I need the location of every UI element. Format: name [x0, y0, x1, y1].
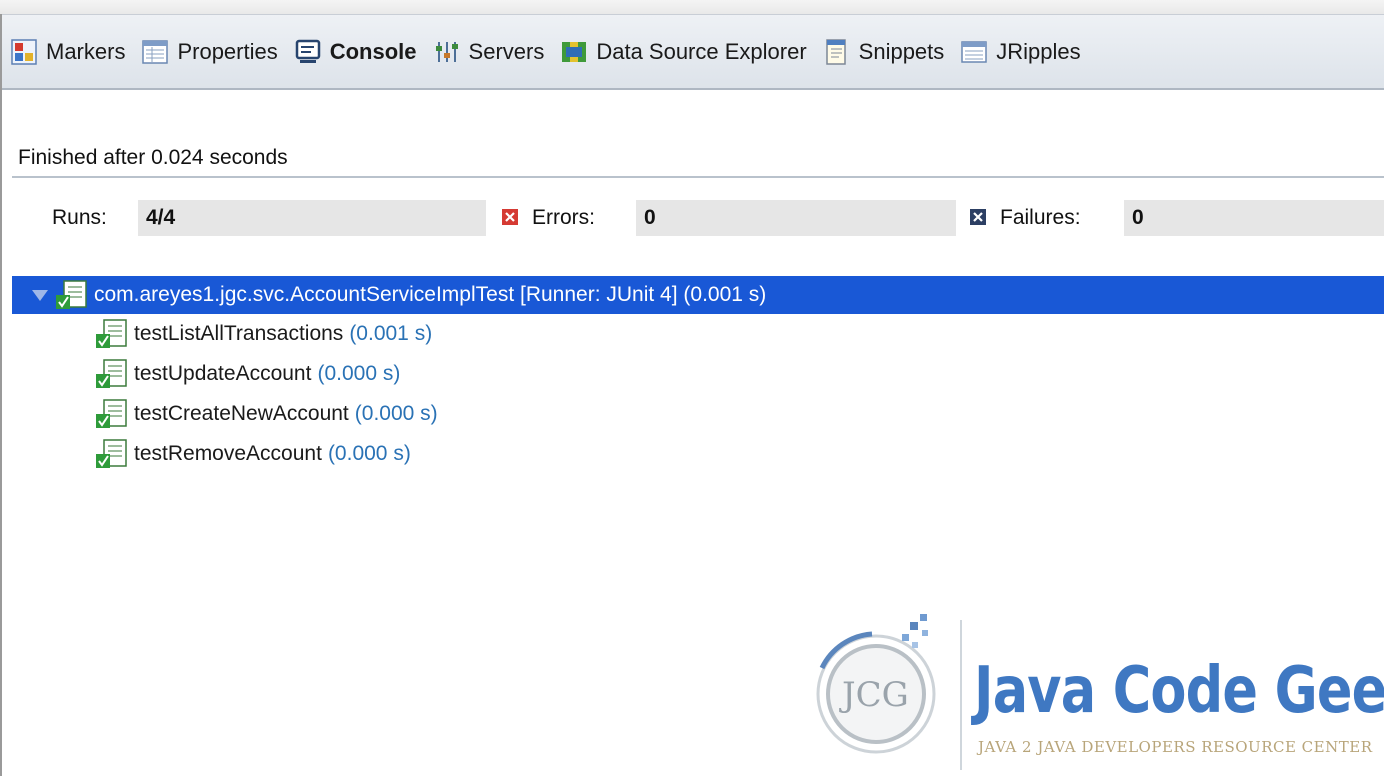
tab-console[interactable]: Console	[286, 15, 425, 88]
failures-label: Failures:	[1000, 206, 1081, 229]
test-method-time: (0.001 s)	[349, 322, 433, 345]
test-suite-passed-icon	[56, 280, 87, 309]
tab-snippets[interactable]: Snippets	[815, 15, 953, 88]
tab-label: Servers	[468, 38, 545, 64]
errors-label: Errors:	[532, 206, 595, 229]
test-method-name: testCreateNewAccount	[134, 402, 349, 425]
test-method-name: testListAllTransactions	[134, 322, 344, 345]
tab-properties[interactable]: Properties	[133, 15, 285, 88]
jcg-logo-icon: JCG	[816, 614, 936, 754]
test-passed-icon	[96, 359, 127, 388]
tree-row-test-method[interactable]: testUpdateAccount (0.000 s)	[12, 354, 1384, 394]
run-status: Finished after 0.024 seconds	[18, 146, 288, 169]
test-method-time: (0.000 s)	[327, 442, 411, 465]
test-method-time: (0.000 s)	[354, 402, 438, 425]
window-top-strip	[0, 0, 1384, 14]
test-passed-icon	[96, 319, 127, 348]
counter-row: Runs: 4/4 Errors: 0 Failures: 0	[0, 200, 1384, 236]
tab-label: JRipples	[996, 38, 1081, 64]
tab-label: Console	[329, 38, 417, 64]
tab-label: Data Source Explorer	[596, 38, 807, 64]
runs-value: 4/4	[138, 200, 486, 236]
tab-label: Properties	[177, 38, 278, 64]
watermark-brand: Java Code Geeks	[974, 654, 1384, 728]
tab-servers[interactable]: Servers	[425, 15, 553, 88]
expand-triangle-icon[interactable]	[32, 289, 48, 301]
runs-label: Runs:	[52, 206, 107, 229]
java-code-geeks-watermark: JCG Java Code Geeks JAVA 2 JAVA DEVELOPE…	[802, 608, 1384, 776]
test-passed-icon	[96, 399, 127, 428]
tree-row-test-class[interactable]: com.areyes1.jgc.svc.AccountServiceImplTe…	[12, 276, 1384, 314]
test-method-name: testRemoveAccount	[134, 442, 322, 465]
tree-row-test-method[interactable]: testCreateNewAccount (0.000 s)	[12, 394, 1384, 434]
servers-icon	[435, 41, 458, 62]
test-method-name: testUpdateAccount	[134, 362, 312, 385]
tab-data-source-explorer[interactable]: Data Source Explorer	[552, 15, 814, 88]
properties-icon	[142, 39, 169, 64]
tab-label: Markers	[46, 38, 126, 64]
tab-jripples[interactable]: JRipples	[952, 15, 1088, 88]
status-separator	[12, 176, 1384, 178]
test-method-time: (0.000 s)	[317, 362, 401, 385]
data-source-explorer-icon	[562, 41, 587, 62]
failures-value: 0	[1124, 200, 1384, 236]
test-passed-icon	[96, 439, 127, 468]
tab-label: Snippets	[858, 38, 945, 64]
tree-row-test-method[interactable]: testListAllTransactions (0.001 s)	[12, 314, 1384, 354]
test-tree: com.areyes1.jgc.svc.AccountServiceImplTe…	[12, 276, 1384, 474]
error-icon	[502, 209, 518, 225]
tab-markers[interactable]: Markers	[2, 15, 133, 88]
view-tab-bar: Markers Properties Console Servers Data …	[2, 14, 1384, 90]
test-class-label: com.areyes1.jgc.svc.AccountServiceImplTe…	[94, 283, 767, 306]
errors-value: 0	[636, 200, 956, 236]
markers-icon	[11, 38, 37, 65]
failure-icon	[970, 209, 986, 225]
watermark-divider	[960, 620, 962, 770]
console-icon	[295, 39, 320, 63]
tree-row-test-method[interactable]: testRemoveAccount (0.000 s)	[12, 434, 1384, 474]
snippets-icon	[825, 38, 846, 65]
jcg-mark-text: JCG	[839, 675, 909, 715]
jripples-icon	[961, 40, 988, 63]
watermark-tagline: JAVA 2 JAVA DEVELOPERS RESOURCE CENTER	[978, 738, 1373, 756]
